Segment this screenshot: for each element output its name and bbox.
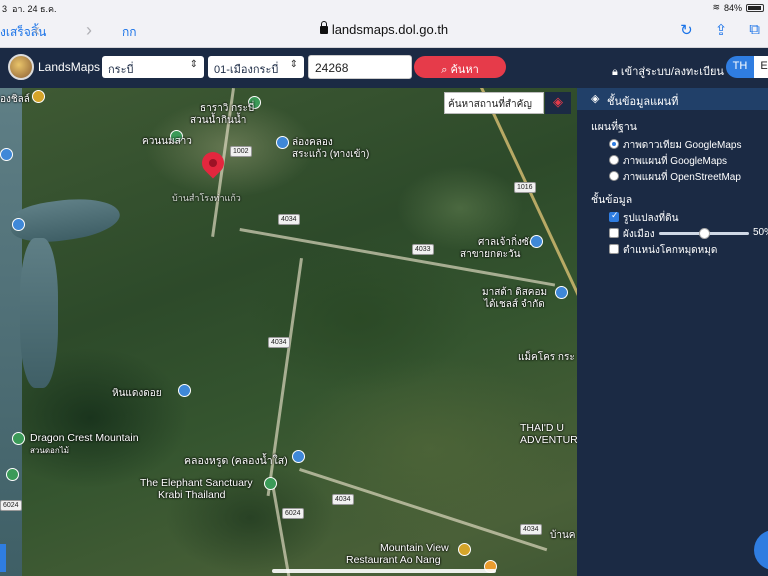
map-label: THAI'D U [520, 422, 565, 434]
language-toggle[interactable]: TH E [726, 56, 768, 78]
search-button[interactable]: ⌕ ค้นหา [414, 56, 506, 78]
reload-icon[interactable]: ↻ [680, 21, 693, 39]
base-option-roadmap[interactable]: ภาพแผนที่ GoogleMaps [577, 154, 768, 167]
checkbox[interactable] [609, 244, 619, 254]
attraction-icon[interactable] [292, 450, 305, 463]
lang-th-button[interactable]: TH [726, 56, 754, 78]
attraction-icon[interactable] [276, 136, 289, 149]
layer-parcel[interactable]: รูปแปลงที่ดิน [577, 210, 768, 224]
map-label: ได้เชลส์ จำกัด [484, 299, 545, 310]
battery-percent: 84% [723, 2, 742, 13]
map-label: สวนน้ำกินน้ำ [190, 115, 247, 126]
road-shield: 1016 [514, 182, 536, 193]
address-bar[interactable]: landsmaps.dol.go.th [0, 21, 768, 37]
checkbox-checked[interactable] [609, 210, 619, 222]
map-label: สวนดอกไม้ [30, 446, 69, 455]
river-channel [20, 238, 58, 388]
road-shield: 4034 [332, 494, 354, 505]
attraction-icon[interactable] [12, 218, 25, 231]
radio[interactable] [609, 155, 619, 165]
layers-icon: ◈ [591, 93, 600, 105]
road [299, 468, 548, 552]
map-label: Dragon Crest Mountain [30, 432, 139, 444]
opacity-value: 50% [753, 227, 768, 238]
data-layers-heading: ชั้นข้อมูล [591, 194, 633, 206]
base-option-satellite[interactable]: ภาพดาวเทียม GoogleMaps [577, 138, 768, 151]
place-search-input[interactable]: ค้นหาสถานที่สำคัญ [444, 92, 544, 114]
mountain-icon[interactable] [12, 432, 25, 445]
slider-handle[interactable] [699, 228, 710, 239]
map-label: สาขายกตะวัน [460, 249, 521, 260]
map-label: Restaurant Ao Nang [346, 554, 441, 566]
search-icon: ⌕ [441, 64, 448, 76]
map-label: องชิลล์ [0, 94, 30, 105]
layer-cityplan[interactable]: ผังเมือง 50% [577, 227, 768, 240]
status-bar: 3 อา. 24 ธ.ค. ≋ 84% [0, 0, 768, 14]
lock-icon: 🔒︎ [612, 66, 618, 78]
chevron-updown-icon: ⇕ [189, 59, 198, 70]
road-shield: 6024 [0, 500, 22, 511]
road-shield: 4033 [412, 244, 434, 255]
province-select[interactable]: กระบี่ ⇕ [102, 56, 204, 78]
radio-selected[interactable] [609, 139, 619, 149]
shop-icon[interactable] [530, 235, 543, 248]
lang-en-button[interactable]: E [754, 56, 768, 78]
layer-benchmark[interactable]: ตำแหน่งโคกหมุดหมุด [577, 243, 768, 256]
layers-icon: ◈ [553, 94, 563, 109]
road-shield: 1002 [230, 146, 252, 157]
base-map-heading: แผนที่ฐาน [591, 121, 637, 133]
restaurant-icon[interactable] [458, 543, 471, 556]
road [270, 477, 291, 576]
wifi-icon: ≋ [712, 2, 720, 12]
tabs-icon[interactable]: ⧉ [749, 21, 760, 39]
layers-panel-header[interactable]: ◈ ชั้นข้อมูลแผนที่ [577, 88, 768, 110]
park-icon[interactable] [6, 468, 19, 481]
river-estuary [7, 192, 123, 248]
road-shield: 4034 [268, 337, 290, 348]
battery-icon [746, 3, 764, 12]
lock-icon [319, 21, 328, 34]
map-label: ควนนมสาว [142, 136, 192, 147]
map-label: หินแดงดอย [112, 388, 162, 399]
road-shield: 4034 [278, 214, 300, 225]
checkbox[interactable] [609, 228, 619, 238]
map-label: บ้านสำโรงท่าแก้ว [172, 193, 241, 203]
chevron-updown-icon: ⇕ [289, 59, 298, 70]
parcel-number-input[interactable]: 24268 [308, 55, 412, 79]
map-label: แม็คโคร กระ [518, 352, 575, 363]
layers-panel: ◈ ชั้นข้อมูลแผนที่ แผนที่ฐาน ภาพดาวเทียม … [577, 88, 768, 576]
layers-toggle-button[interactable]: ◈ [545, 92, 571, 114]
app-header: LandsMaps กระบี่ ⇕ 01-เมืองกระบี่ ⇕ 24268 … [0, 48, 768, 88]
restaurant-icon[interactable] [32, 90, 45, 103]
map-label: Krabi Thailand [158, 489, 226, 501]
login-link[interactable]: 🔒︎ เข้าสู่ระบบ/ลงทะเบียน [612, 62, 724, 80]
share-icon[interactable]: ⇪ [715, 21, 728, 39]
park-icon[interactable] [264, 477, 277, 490]
radio[interactable] [609, 171, 619, 181]
map-label: บ้านค [550, 530, 576, 541]
home-indicator [272, 569, 496, 573]
road-shield: 6024 [282, 508, 304, 519]
road-shield: 4034 [520, 524, 542, 535]
landsmaps-logo[interactable] [8, 54, 34, 80]
base-option-osm[interactable]: ภาพแผนที่ OpenStreetMap [577, 170, 768, 183]
map-label: ADVENTURE [520, 434, 585, 446]
browser-toolbar: งเสร็จสิ้น ‹ › กก landsmaps.dol.go.th ↻ … [0, 14, 768, 48]
viewpoint-icon[interactable] [178, 384, 191, 397]
map-label: สระแก้ว (ทางเข้า) [292, 149, 370, 160]
district-select[interactable]: 01-เมืองกระบี่ ⇕ [208, 56, 304, 78]
map-label: The Elephant Sanctuary [140, 477, 253, 489]
car-dealer-icon[interactable] [555, 286, 568, 299]
map-label: คลองหรูด (คลองน้ำใส) [184, 455, 288, 467]
attraction-icon[interactable] [0, 148, 13, 161]
side-drawer-handle[interactable] [0, 544, 6, 572]
opacity-slider[interactable] [659, 228, 749, 239]
app-brand: LandsMaps [38, 60, 101, 74]
map-label: Mountain View [380, 542, 449, 554]
